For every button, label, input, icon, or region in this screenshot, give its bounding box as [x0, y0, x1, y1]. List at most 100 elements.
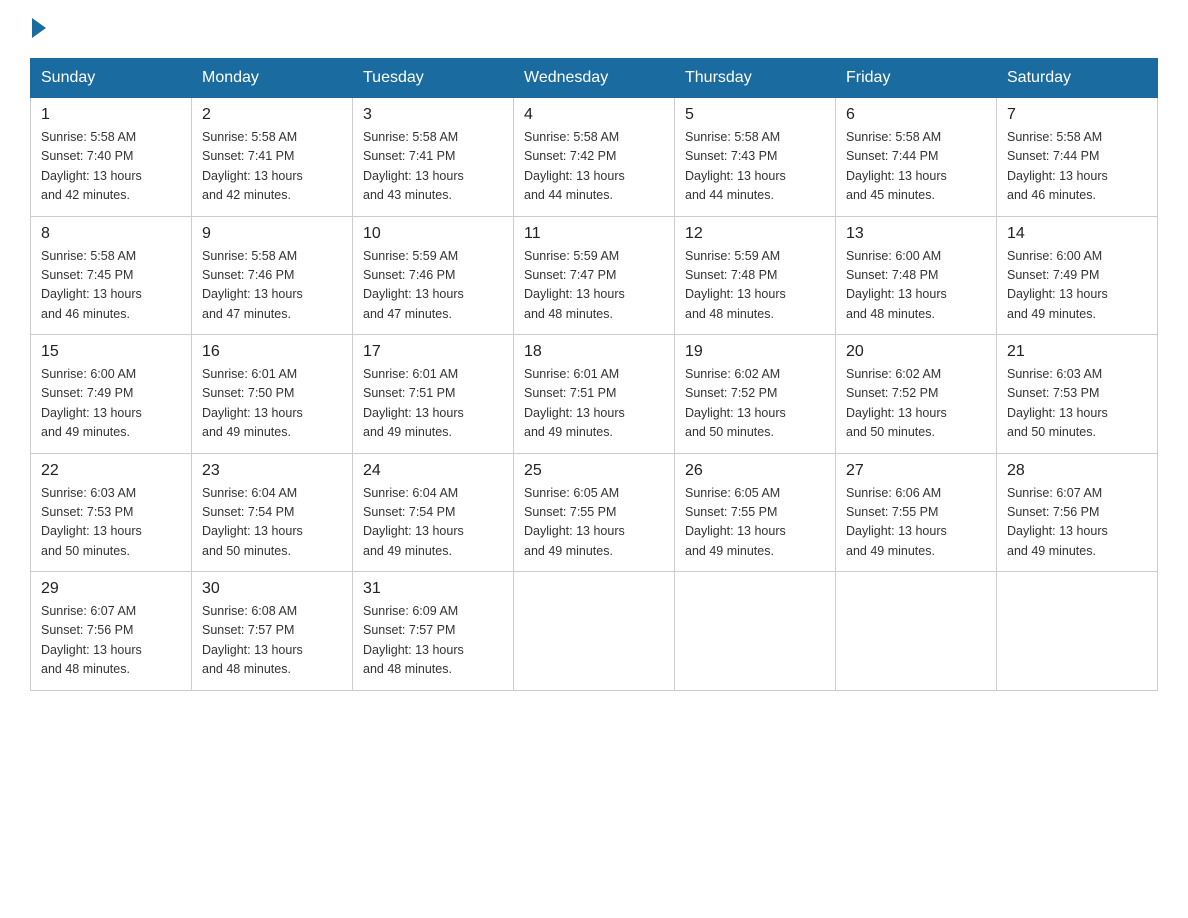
- calendar-week-row: 22 Sunrise: 6:03 AM Sunset: 7:53 PM Dayl…: [31, 453, 1158, 572]
- calendar-cell: 30 Sunrise: 6:08 AM Sunset: 7:57 PM Dayl…: [192, 572, 353, 691]
- day-info: Sunrise: 6:06 AM Sunset: 7:55 PM Dayligh…: [846, 484, 986, 562]
- calendar-cell: 25 Sunrise: 6:05 AM Sunset: 7:55 PM Dayl…: [514, 453, 675, 572]
- logo-arrow-icon: [32, 18, 46, 38]
- calendar-cell: [997, 572, 1158, 691]
- day-info: Sunrise: 5:58 AM Sunset: 7:42 PM Dayligh…: [524, 128, 664, 206]
- day-number: 23: [202, 462, 342, 480]
- day-info: Sunrise: 5:58 AM Sunset: 7:46 PM Dayligh…: [202, 247, 342, 325]
- day-number: 6: [846, 106, 986, 124]
- weekday-header-saturday: Saturday: [997, 59, 1158, 98]
- calendar-week-row: 29 Sunrise: 6:07 AM Sunset: 7:56 PM Dayl…: [31, 572, 1158, 691]
- day-number: 2: [202, 106, 342, 124]
- logo: [30, 20, 50, 38]
- day-info: Sunrise: 5:59 AM Sunset: 7:48 PM Dayligh…: [685, 247, 825, 325]
- day-number: 29: [41, 580, 181, 598]
- weekday-header-sunday: Sunday: [31, 59, 192, 98]
- day-info: Sunrise: 6:04 AM Sunset: 7:54 PM Dayligh…: [202, 484, 342, 562]
- day-number: 3: [363, 106, 503, 124]
- day-number: 1: [41, 106, 181, 124]
- day-info: Sunrise: 6:07 AM Sunset: 7:56 PM Dayligh…: [41, 602, 181, 680]
- calendar-cell: 3 Sunrise: 5:58 AM Sunset: 7:41 PM Dayli…: [353, 98, 514, 217]
- day-number: 10: [363, 225, 503, 243]
- day-number: 26: [685, 462, 825, 480]
- day-number: 24: [363, 462, 503, 480]
- calendar-cell: 11 Sunrise: 5:59 AM Sunset: 7:47 PM Dayl…: [514, 216, 675, 335]
- day-info: Sunrise: 6:09 AM Sunset: 7:57 PM Dayligh…: [363, 602, 503, 680]
- calendar-cell: 31 Sunrise: 6:09 AM Sunset: 7:57 PM Dayl…: [353, 572, 514, 691]
- day-number: 4: [524, 106, 664, 124]
- calendar-header: SundayMondayTuesdayWednesdayThursdayFrid…: [31, 59, 1158, 98]
- day-info: Sunrise: 5:58 AM Sunset: 7:45 PM Dayligh…: [41, 247, 181, 325]
- day-number: 7: [1007, 106, 1147, 124]
- day-info: Sunrise: 6:05 AM Sunset: 7:55 PM Dayligh…: [524, 484, 664, 562]
- day-info: Sunrise: 5:58 AM Sunset: 7:43 PM Dayligh…: [685, 128, 825, 206]
- day-info: Sunrise: 5:58 AM Sunset: 7:41 PM Dayligh…: [202, 128, 342, 206]
- calendar-cell: 29 Sunrise: 6:07 AM Sunset: 7:56 PM Dayl…: [31, 572, 192, 691]
- day-number: 20: [846, 343, 986, 361]
- day-info: Sunrise: 6:03 AM Sunset: 7:53 PM Dayligh…: [41, 484, 181, 562]
- calendar-cell: 28 Sunrise: 6:07 AM Sunset: 7:56 PM Dayl…: [997, 453, 1158, 572]
- day-info: Sunrise: 6:07 AM Sunset: 7:56 PM Dayligh…: [1007, 484, 1147, 562]
- day-info: Sunrise: 6:02 AM Sunset: 7:52 PM Dayligh…: [685, 365, 825, 443]
- day-info: Sunrise: 6:01 AM Sunset: 7:50 PM Dayligh…: [202, 365, 342, 443]
- calendar-cell: 1 Sunrise: 5:58 AM Sunset: 7:40 PM Dayli…: [31, 98, 192, 217]
- calendar-cell: 23 Sunrise: 6:04 AM Sunset: 7:54 PM Dayl…: [192, 453, 353, 572]
- page-header: [30, 20, 1158, 38]
- day-info: Sunrise: 5:58 AM Sunset: 7:44 PM Dayligh…: [1007, 128, 1147, 206]
- calendar-cell: 27 Sunrise: 6:06 AM Sunset: 7:55 PM Dayl…: [836, 453, 997, 572]
- day-info: Sunrise: 6:02 AM Sunset: 7:52 PM Dayligh…: [846, 365, 986, 443]
- weekday-header-monday: Monday: [192, 59, 353, 98]
- weekday-header-wednesday: Wednesday: [514, 59, 675, 98]
- calendar-cell: 9 Sunrise: 5:58 AM Sunset: 7:46 PM Dayli…: [192, 216, 353, 335]
- day-number: 25: [524, 462, 664, 480]
- day-number: 16: [202, 343, 342, 361]
- calendar-cell: 14 Sunrise: 6:00 AM Sunset: 7:49 PM Dayl…: [997, 216, 1158, 335]
- logo-blue-part: [30, 20, 50, 38]
- day-info: Sunrise: 6:00 AM Sunset: 7:48 PM Dayligh…: [846, 247, 986, 325]
- calendar-week-row: 1 Sunrise: 5:58 AM Sunset: 7:40 PM Dayli…: [31, 98, 1158, 217]
- day-number: 14: [1007, 225, 1147, 243]
- calendar-cell: 20 Sunrise: 6:02 AM Sunset: 7:52 PM Dayl…: [836, 335, 997, 454]
- day-number: 8: [41, 225, 181, 243]
- day-number: 5: [685, 106, 825, 124]
- calendar-week-row: 15 Sunrise: 6:00 AM Sunset: 7:49 PM Dayl…: [31, 335, 1158, 454]
- day-info: Sunrise: 5:58 AM Sunset: 7:41 PM Dayligh…: [363, 128, 503, 206]
- calendar-cell: 10 Sunrise: 5:59 AM Sunset: 7:46 PM Dayl…: [353, 216, 514, 335]
- calendar-cell: 26 Sunrise: 6:05 AM Sunset: 7:55 PM Dayl…: [675, 453, 836, 572]
- calendar-cell: 6 Sunrise: 5:58 AM Sunset: 7:44 PM Dayli…: [836, 98, 997, 217]
- weekday-header-friday: Friday: [836, 59, 997, 98]
- day-info: Sunrise: 5:59 AM Sunset: 7:47 PM Dayligh…: [524, 247, 664, 325]
- calendar-cell: 18 Sunrise: 6:01 AM Sunset: 7:51 PM Dayl…: [514, 335, 675, 454]
- day-number: 30: [202, 580, 342, 598]
- day-info: Sunrise: 6:05 AM Sunset: 7:55 PM Dayligh…: [685, 484, 825, 562]
- day-number: 22: [41, 462, 181, 480]
- calendar-cell: 16 Sunrise: 6:01 AM Sunset: 7:50 PM Dayl…: [192, 335, 353, 454]
- calendar-cell: 22 Sunrise: 6:03 AM Sunset: 7:53 PM Dayl…: [31, 453, 192, 572]
- weekday-header-row: SundayMondayTuesdayWednesdayThursdayFrid…: [31, 59, 1158, 98]
- calendar-cell: 4 Sunrise: 5:58 AM Sunset: 7:42 PM Dayli…: [514, 98, 675, 217]
- day-number: 11: [524, 225, 664, 243]
- day-info: Sunrise: 6:00 AM Sunset: 7:49 PM Dayligh…: [1007, 247, 1147, 325]
- day-info: Sunrise: 6:03 AM Sunset: 7:53 PM Dayligh…: [1007, 365, 1147, 443]
- weekday-header-tuesday: Tuesday: [353, 59, 514, 98]
- calendar-cell: 17 Sunrise: 6:01 AM Sunset: 7:51 PM Dayl…: [353, 335, 514, 454]
- calendar-cell: 24 Sunrise: 6:04 AM Sunset: 7:54 PM Dayl…: [353, 453, 514, 572]
- calendar-body: 1 Sunrise: 5:58 AM Sunset: 7:40 PM Dayli…: [31, 98, 1158, 691]
- calendar-cell: [675, 572, 836, 691]
- calendar-cell: 7 Sunrise: 5:58 AM Sunset: 7:44 PM Dayli…: [997, 98, 1158, 217]
- day-info: Sunrise: 5:58 AM Sunset: 7:44 PM Dayligh…: [846, 128, 986, 206]
- day-info: Sunrise: 6:04 AM Sunset: 7:54 PM Dayligh…: [363, 484, 503, 562]
- weekday-header-thursday: Thursday: [675, 59, 836, 98]
- day-number: 15: [41, 343, 181, 361]
- day-number: 19: [685, 343, 825, 361]
- day-number: 9: [202, 225, 342, 243]
- calendar-cell: [836, 572, 997, 691]
- day-number: 13: [846, 225, 986, 243]
- day-info: Sunrise: 5:58 AM Sunset: 7:40 PM Dayligh…: [41, 128, 181, 206]
- day-number: 12: [685, 225, 825, 243]
- day-number: 31: [363, 580, 503, 598]
- calendar-week-row: 8 Sunrise: 5:58 AM Sunset: 7:45 PM Dayli…: [31, 216, 1158, 335]
- calendar-cell: 5 Sunrise: 5:58 AM Sunset: 7:43 PM Dayli…: [675, 98, 836, 217]
- day-number: 27: [846, 462, 986, 480]
- calendar-cell: 21 Sunrise: 6:03 AM Sunset: 7:53 PM Dayl…: [997, 335, 1158, 454]
